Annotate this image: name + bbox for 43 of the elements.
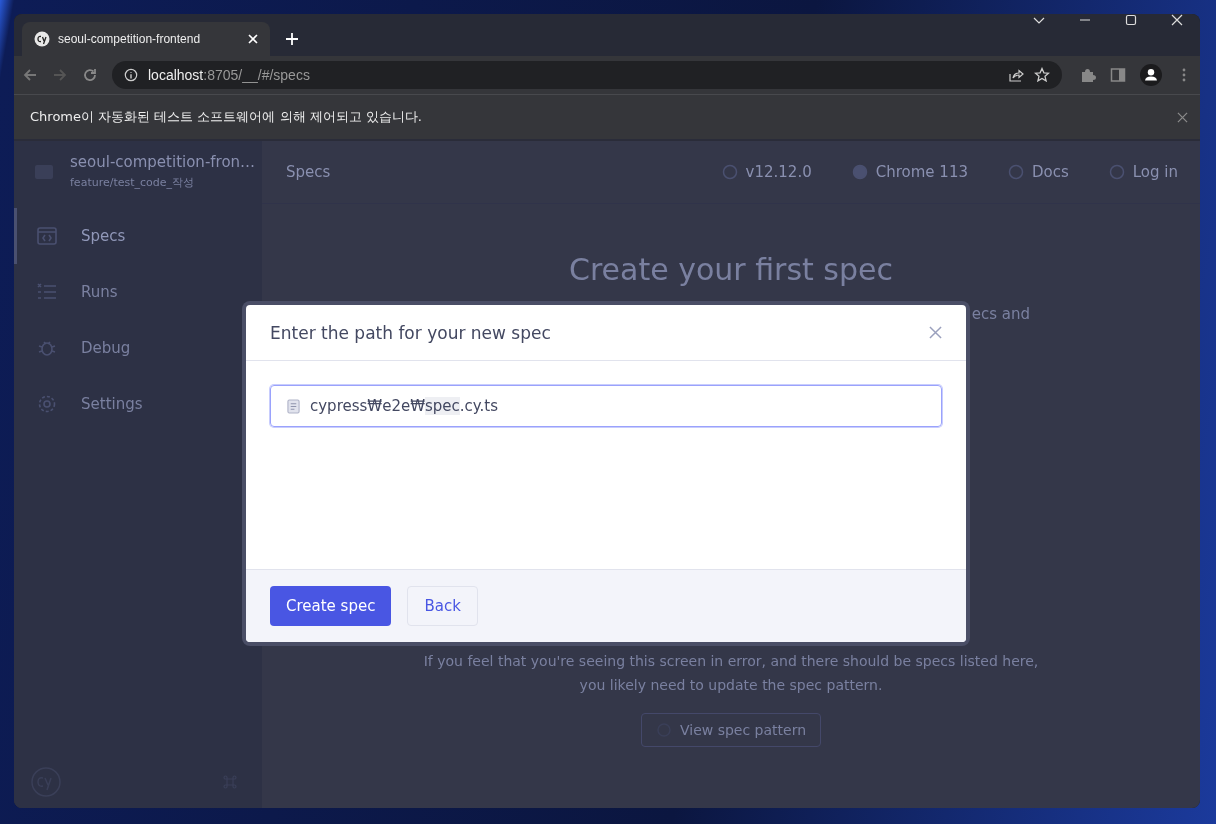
address-bar[interactable]: localhost:8705/__/#/specs [112, 61, 1062, 89]
back-arrow-icon[interactable] [22, 67, 38, 83]
reload-icon[interactable] [82, 67, 98, 83]
header-link[interactable]: v12.12.0 [721, 163, 812, 181]
back-button[interactable]: Back [407, 586, 478, 626]
circle-icon [1108, 164, 1125, 180]
circle-icon [721, 164, 738, 180]
automation-notice: Chrome이 자동화된 테스트 소프트웨어에 의해 제어되고 있습니다. [30, 108, 422, 126]
header-link[interactable]: Chrome 113 [851, 163, 968, 181]
new-tab-icon[interactable] [286, 33, 298, 45]
list-icon [37, 282, 57, 302]
share-icon[interactable] [1008, 67, 1024, 83]
profile-icon[interactable] [1140, 64, 1162, 86]
info-icon[interactable] [124, 68, 138, 82]
branch-name: feature/test_code_작성 [70, 175, 196, 190]
bug-icon [37, 338, 57, 358]
dialog-title: Enter the path for your new spec [270, 322, 552, 343]
document-icon [287, 398, 300, 414]
header-link[interactable]: Docs [1007, 163, 1069, 181]
sidebar-item[interactable]: Specs [14, 208, 262, 264]
star-icon[interactable] [1034, 67, 1050, 83]
maximize-icon[interactable] [1125, 14, 1137, 26]
header-link[interactable]: Log in [1108, 163, 1178, 181]
create-spec-button[interactable]: Create spec [270, 586, 392, 626]
circle-icon [1007, 164, 1024, 180]
page-title: Specs [286, 163, 331, 181]
settings-icon [37, 394, 57, 414]
browser-tab[interactable]: seoul-competition-frontend [22, 22, 270, 56]
sidebar-item[interactable]: Runs [14, 264, 262, 320]
code-window-icon [37, 226, 57, 246]
sidebar-item[interactable]: Debug [14, 320, 262, 376]
help-text: If you feel that you're seeing this screen in error, and there should be specs listed here, [423, 653, 1039, 669]
path-input-field[interactable]: cypress₩e2e₩spec.cy.ts [270, 385, 942, 427]
empty-state-heading: Create your first spec [569, 252, 893, 287]
cypress-logo-icon [34, 31, 50, 47]
help-text: you likely need to update the spec pattern. [579, 677, 883, 693]
sidebar-item[interactable]: Settings [14, 376, 262, 432]
puzzle-icon[interactable] [1080, 67, 1096, 83]
description-text: ecs and [971, 305, 1030, 323]
view-spec-pattern-button[interactable]: View spec pattern [640, 713, 822, 747]
side-panel-icon[interactable] [1110, 67, 1126, 83]
browser-icon [851, 164, 868, 180]
project-name[interactable]: seoul-competition-fron… [70, 153, 256, 171]
